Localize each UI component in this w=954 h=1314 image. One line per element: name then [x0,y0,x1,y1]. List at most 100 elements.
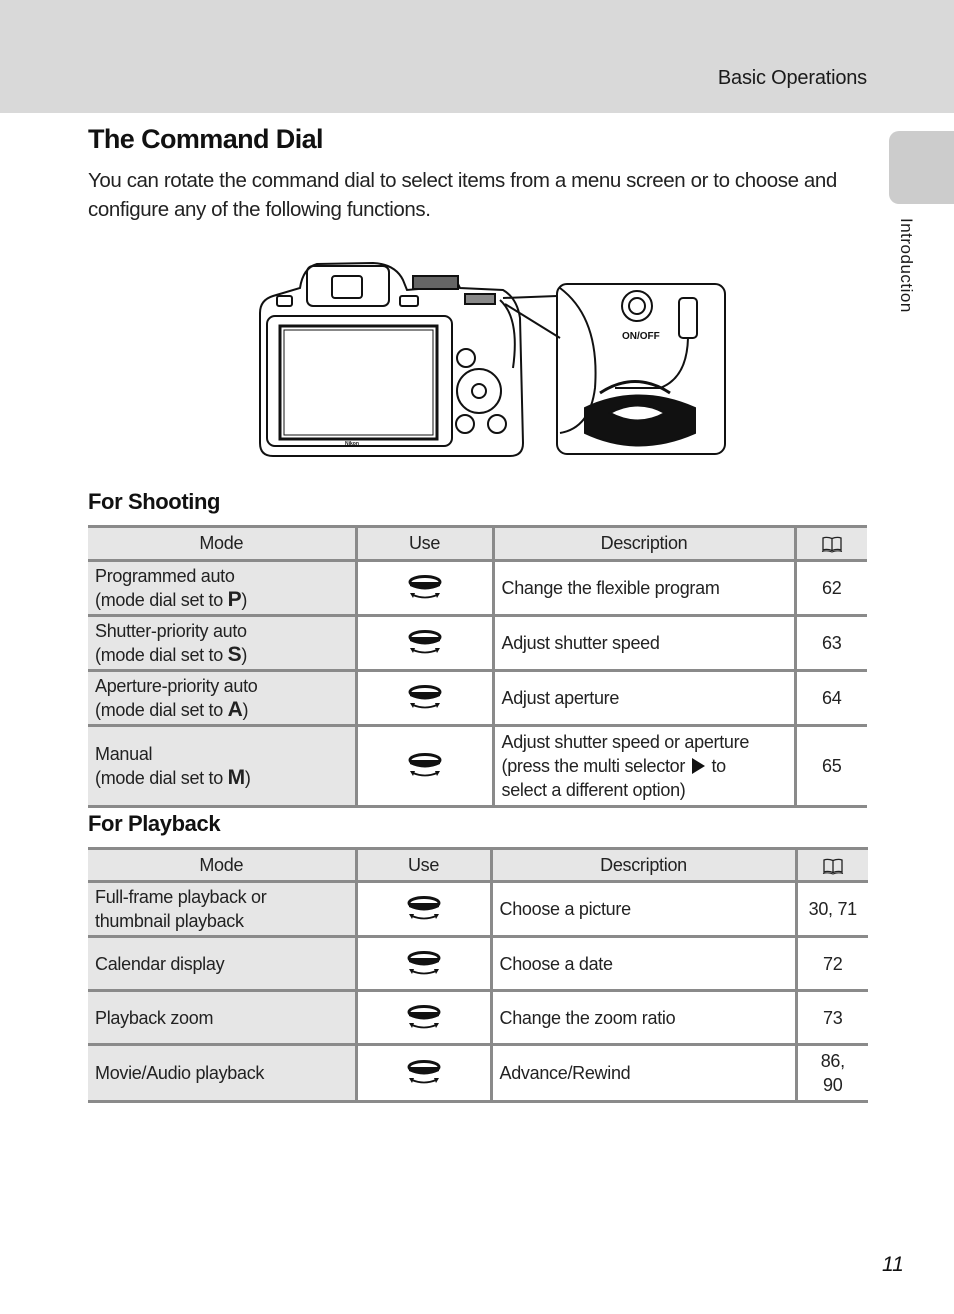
command-dial-icon [404,950,444,978]
header-band [0,0,954,113]
use-cell [354,935,493,992]
mode-text: ) [242,700,249,720]
description-text: Adjust shutter speed or aperture [501,732,750,752]
column-header-reference [794,847,868,883]
command-dial-icon [405,629,445,657]
mode-text: (mode dial set to [95,768,228,788]
table-row: Full-frame playback or thumbnail playback… [88,880,868,938]
page-reference-link[interactable]: 62 [793,559,867,617]
description-cell: Choose a date [489,935,798,992]
shooting-table: Mode Use Description Programmed auto (mod… [88,525,867,808]
mode-text: ) [241,645,248,665]
column-header-reference [793,525,867,562]
mode-cell: Shutter-priority auto (mode dial set to S… [88,614,358,672]
table-header-row: Mode Use Description [88,525,867,562]
mode-dial-letter: P [227,588,242,611]
command-dial-icon [404,1059,444,1087]
page-reference-link[interactable]: 30, 71 [794,880,868,938]
use-cell [354,669,495,727]
table-row: Programmed auto (mode dial set to P) Chan… [88,559,867,617]
table-row: Playback zoom Change the zoom ratio 73 [88,989,868,1046]
mode-text: thumbnail playback [95,911,244,931]
shooting-heading: For Shooting [88,489,221,514]
section-label: Basic Operations [717,67,867,89]
mode-dial-letter: S [227,643,242,666]
mode-cell: Manual (mode dial set to M) [88,724,358,808]
description-cell: Adjust shutter speed [491,614,797,672]
description-cell: Choose a picture [489,880,798,938]
book-reference-icon [821,535,843,553]
use-cell [354,880,493,938]
mode-text: ) [244,768,251,788]
mode-text: Manual [95,744,153,764]
command-dial-icon [404,895,444,923]
table-row: Calendar display Choose a date 72 [88,935,868,992]
table-row: Aperture-priority auto (mode dial set to … [88,669,867,727]
intro-paragraph: You can rotate the command dial to selec… [88,169,837,221]
page-reference-text: 90 [823,1075,843,1095]
mode-dial-letter: A [227,698,243,721]
use-cell [354,989,493,1046]
table-row: Movie/Audio playback Advance/Rewind 86, 9… [88,1043,868,1103]
table-row: Manual (mode dial set to M) Adjust shutte… [88,724,867,808]
mode-cell: Aperture-priority auto (mode dial set to … [88,669,358,727]
playback-table: Mode Use Description Full-frame playback… [88,847,868,1103]
playback-heading: For Playback [88,811,221,836]
use-cell [354,1043,493,1103]
mode-text: Shutter-priority auto [95,621,247,641]
brand-mark: Nikon [345,441,359,447]
column-header-mode: Mode [88,847,358,883]
page-reference-link[interactable]: 73 [794,989,868,1046]
description-cell: Change the zoom ratio [489,989,798,1046]
command-dial-icon [405,752,445,780]
table-header-row: Mode Use Description [88,847,868,883]
description-cell: Adjust aperture [491,669,797,727]
mode-text: (mode dial set to [95,700,228,720]
mode-text: Programmed auto [95,566,235,586]
mode-text: Full-frame playback or [95,887,267,907]
page-number: 11 [882,1253,904,1276]
page-reference-link[interactable]: 86, 90 [794,1043,868,1103]
column-header-description: Description [491,525,797,562]
chapter-tab[interactable] [889,131,954,204]
command-dial-icon [405,684,445,712]
column-header-mode: Mode [88,525,358,562]
column-header-use: Use [354,525,495,562]
use-cell [354,724,495,808]
mode-text: Aperture-priority auto [95,676,258,696]
command-dial-icon [405,574,445,602]
mode-cell: Playback zoom [88,989,358,1046]
description-text: select a different option) [501,780,686,800]
description-text: to [706,756,726,776]
page-title: The Command Dial [88,124,324,154]
page-reference-link[interactable]: 63 [793,614,867,672]
command-dial-callout [556,283,726,455]
page-reference-link[interactable]: 64 [793,669,867,727]
on-off-label: ON/OFF [622,331,660,342]
multi-selector-right-icon [691,758,705,774]
description-cell: Advance/Rewind [489,1043,798,1103]
book-reference-icon [822,857,844,875]
page-reference-link[interactable]: 65 [793,724,867,808]
mode-text: (mode dial set to [95,590,228,610]
page-reference-link[interactable]: 72 [794,935,868,992]
description-cell: Adjust shutter speed or aperture (press t… [491,724,797,808]
mode-cell: Calendar display [88,935,358,992]
mode-text: ) [241,590,248,610]
table-row: Shutter-priority auto (mode dial set to S… [88,614,867,672]
mode-cell: Full-frame playback or thumbnail playback [88,880,358,938]
column-header-use: Use [354,847,493,883]
mode-cell: Programmed auto (mode dial set to P) [88,559,358,617]
camera-rear-view [259,261,525,457]
command-dial-icon [404,1004,444,1032]
mode-text: (mode dial set to [95,645,228,665]
description-text: (press the multi selector [501,756,690,776]
page-reference-text: 86, [820,1051,845,1071]
camera-illustration: Nikon ON/OFF [259,261,726,457]
use-cell [354,559,495,617]
mode-cell: Movie/Audio playback [88,1043,358,1103]
use-cell [354,614,495,672]
chapter-tab-label: Introduction [897,218,916,313]
description-cell: Change the flexible program [491,559,797,617]
mode-dial-letter: M [227,766,246,789]
